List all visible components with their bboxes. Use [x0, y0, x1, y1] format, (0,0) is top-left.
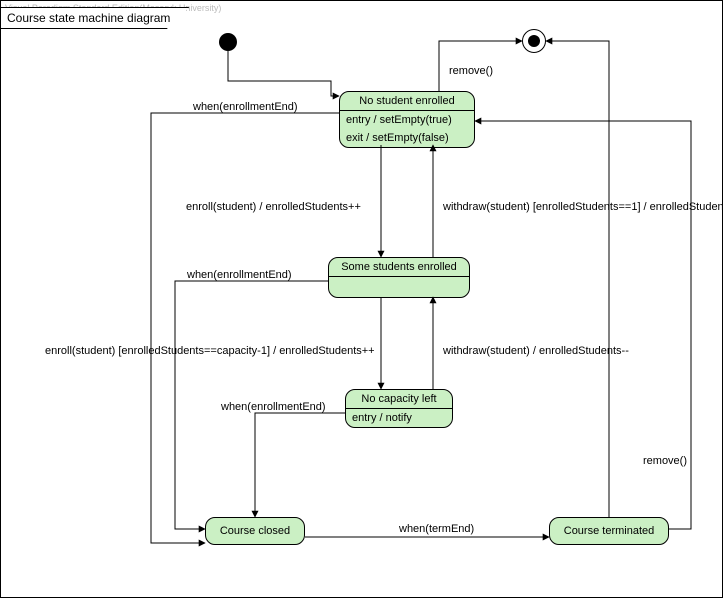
transition-label-withdraw-1: withdraw(student) [enrolledStudents==1] …: [443, 201, 723, 213]
transition-label-enrollment-end-3: when(enrollmentEnd): [221, 401, 326, 413]
frame-title: Course state machine diagram: [7, 11, 170, 25]
state-no-capacity-left[interactable]: No capacity left entry / notify: [345, 389, 453, 428]
state-course-closed[interactable]: Course closed: [205, 517, 305, 545]
state-body-empty: [329, 277, 469, 297]
final-state[interactable]: [522, 29, 546, 53]
state-title: No capacity left: [346, 390, 452, 408]
state-exit-action: exit / setEmpty(false): [340, 129, 474, 147]
transition-label-enroll-2: enroll(student) [enrolledStudents==capac…: [45, 345, 375, 357]
transition-label-enrollment-end-2: when(enrollmentEnd): [187, 269, 292, 281]
transition-label-remove-1: remove(): [449, 65, 493, 77]
state-entry-action: entry / notify: [346, 409, 452, 427]
transition-label-enrollment-end-1: when(enrollmentEnd): [193, 101, 298, 113]
frame-title-tab: Course state machine diagram: [1, 7, 189, 29]
diagram-canvas: Visual Paradigm Standard Edition(Masaryk…: [0, 0, 723, 598]
state-title: Some students enrolled: [329, 258, 469, 276]
transition-label-enroll-1: enroll(student) / enrolledStudents++: [186, 201, 361, 213]
final-state-inner: [528, 35, 540, 47]
state-title: No student enrolled: [340, 92, 474, 110]
state-entry-action: entry / setEmpty(true): [340, 111, 474, 129]
state-some-students-enrolled[interactable]: Some students enrolled: [328, 257, 470, 298]
transition-label-term-end: when(termEnd): [399, 523, 474, 535]
state-course-terminated[interactable]: Course terminated: [549, 517, 669, 545]
initial-state[interactable]: [219, 33, 237, 51]
transition-label-withdraw-2: withdraw(student) / enrolledStudents--: [443, 345, 629, 357]
state-no-student-enrolled[interactable]: No student enrolled entry / setEmpty(tru…: [339, 91, 475, 148]
state-title: Course terminated: [550, 522, 668, 540]
state-title: Course closed: [206, 522, 304, 540]
transition-label-remove-2: remove(): [643, 455, 687, 467]
